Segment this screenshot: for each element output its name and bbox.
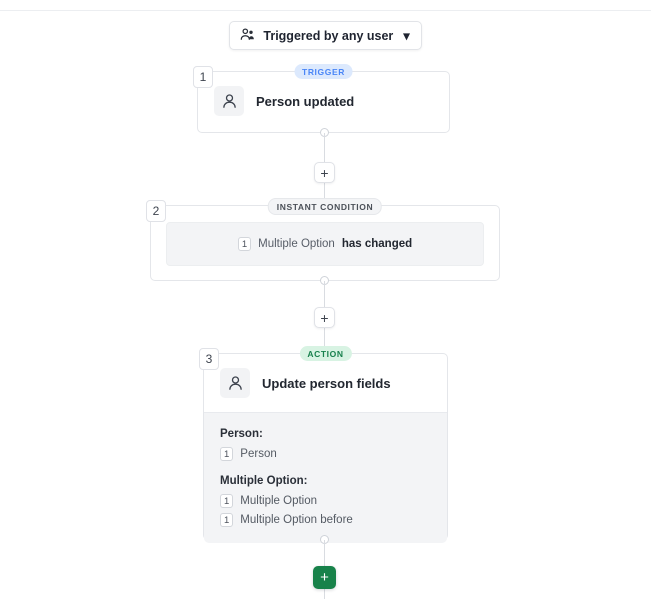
step-number-badge-2: 2 [146, 200, 166, 222]
step-title: Person updated [256, 93, 355, 109]
step-card-action[interactable]: ACTION Update person fields Person: 1 Pe… [203, 346, 448, 543]
token-label: Person [240, 448, 277, 460]
person-icon [220, 368, 250, 398]
field-label: Person: [220, 428, 263, 440]
condition-panel[interactable]: 1 Multiple Option has changed [166, 222, 484, 266]
condition-operator: has changed [341, 238, 413, 250]
add-final-step-button[interactable]: + [313, 566, 336, 589]
step-card-condition[interactable]: INSTANT CONDITION 1 Multiple Option has … [150, 198, 500, 281]
step-type-badge-action: ACTION [299, 346, 352, 361]
trigger-bar: Triggered by any user ▾ [0, 21, 651, 50]
token-chip: 1 [220, 513, 234, 527]
step-header: Person updated [198, 72, 449, 130]
top-divider [0, 10, 651, 11]
condition-subject: Multiple Option [258, 238, 335, 250]
action-field-person: Person: 1 Person [220, 428, 431, 461]
token-chip: 1 [220, 447, 234, 461]
token-label: Multiple Option [240, 495, 318, 507]
chevron-down-icon: ▾ [403, 29, 410, 43]
step-type-badge-condition: INSTANT CONDITION [267, 198, 383, 215]
triggered-by-dropdown[interactable]: Triggered by any user ▾ [229, 21, 422, 50]
step-number-badge-3: 3 [199, 348, 219, 370]
action-field-multiple-option: Multiple Option: 1 Multiple Option 1 Mul… [220, 475, 431, 527]
person-icon [214, 86, 244, 116]
field-value-row[interactable]: 1 Person [220, 447, 431, 461]
field-value-row[interactable]: 1 Multiple Option [220, 494, 431, 508]
step-title: Update person fields [262, 375, 391, 391]
field-value-row[interactable]: 1 Multiple Option before [220, 513, 431, 527]
field-label: Multiple Option: [220, 475, 308, 487]
token-label: Multiple Option before [240, 514, 353, 526]
step-card-trigger[interactable]: TRIGGER Person updated [197, 64, 450, 133]
step-type-badge-trigger: TRIGGER [294, 64, 353, 79]
add-step-button-1[interactable]: + [314, 162, 335, 183]
step-header: Update person fields [204, 354, 447, 412]
step-number-badge-1: 1 [193, 66, 213, 88]
triggered-by-label: Triggered by any user [263, 28, 394, 43]
add-step-button-2[interactable]: + [314, 307, 335, 328]
token-chip: 1 [220, 494, 234, 508]
people-icon [240, 27, 255, 44]
condition-token-chip: 1 [237, 237, 252, 251]
action-fields: Person: 1 Person Multiple Option: 1 Mult… [204, 412, 447, 543]
